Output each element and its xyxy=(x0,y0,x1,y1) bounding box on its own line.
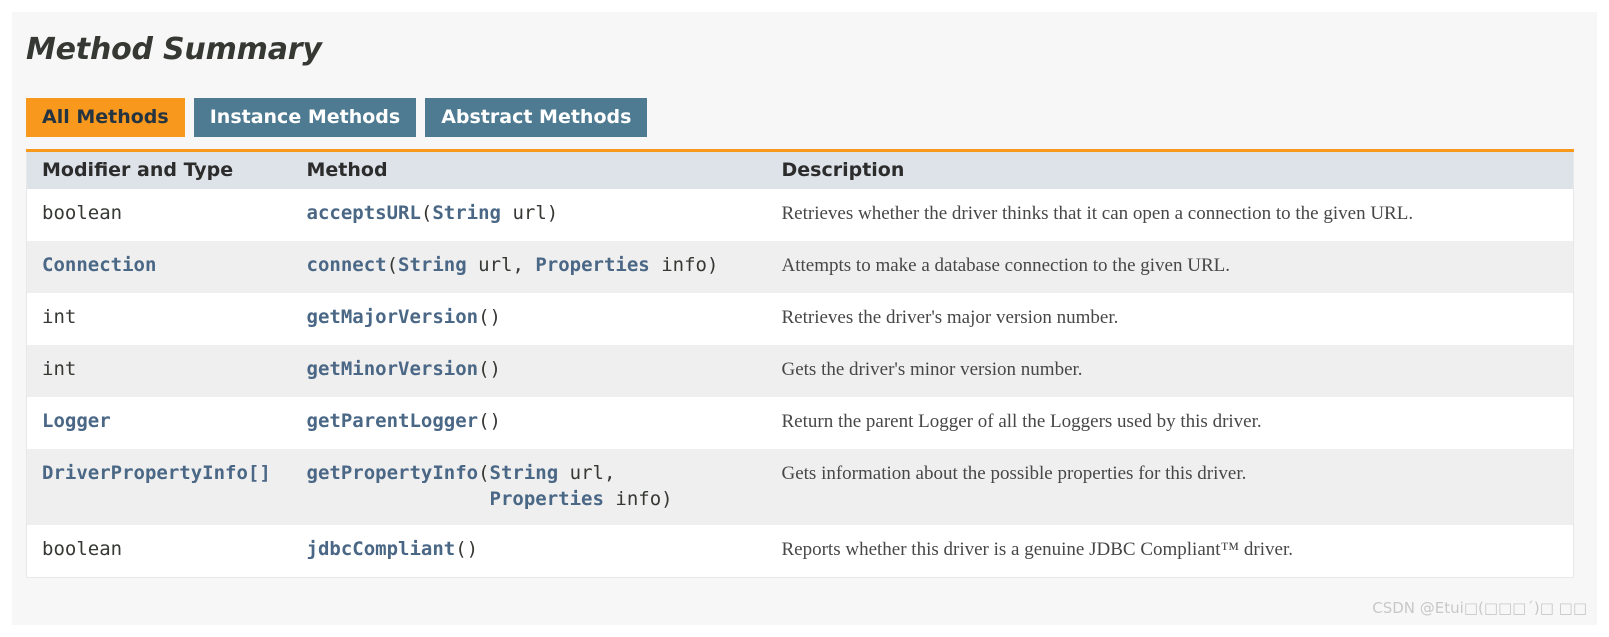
method-link[interactable]: getMajorVersion xyxy=(307,306,479,328)
column-header-method: Method xyxy=(291,150,767,189)
table-row: Connection connect(String url, Properties… xyxy=(26,241,1574,293)
method-link[interactable]: getPropertyInfo xyxy=(307,462,479,484)
method-filter-tabs: All Methods Instance Methods Abstract Me… xyxy=(26,98,648,137)
type-link[interactable]: Connection xyxy=(42,254,156,276)
page-title: Method Summary xyxy=(26,32,322,67)
cell-modifier-and-type: Connection xyxy=(26,241,292,293)
column-header-description: Description xyxy=(766,150,1574,189)
cell-method: getParentLogger() xyxy=(291,397,767,449)
watermark: CSDN @Etui□(□□□´)□ □□ xyxy=(1372,599,1587,617)
table-row: int getMajorVersion() Retrieves the driver… xyxy=(26,293,1574,345)
cell-description: Attempts to make a database connection t… xyxy=(766,241,1574,293)
method-summary-table: Modifier and Type Method Description boo… xyxy=(26,149,1574,578)
column-header-modifier: Modifier and Type xyxy=(26,150,292,189)
type-text: int xyxy=(42,358,77,380)
type-text: boolean xyxy=(42,538,123,560)
cell-description: Gets information about the possible prop… xyxy=(766,449,1574,525)
method-signature: () xyxy=(478,358,501,380)
cell-modifier-and-type: int xyxy=(26,345,292,397)
method-summary-panel: Method Summary All Methods Instance Meth… xyxy=(12,12,1597,625)
method-signature: () xyxy=(478,410,501,432)
cell-description: Return the parent Logger of all the Logg… xyxy=(766,397,1574,449)
type-link[interactable]: DriverPropertyInfo[] xyxy=(42,462,271,484)
type-text: int xyxy=(42,306,77,328)
tab-abstract-methods[interactable]: Abstract Methods xyxy=(425,98,648,137)
table-body: boolean acceptsURL(String url) Retrieves w… xyxy=(26,189,1574,578)
type-link[interactable]: Logger xyxy=(42,410,111,432)
table-row: Logger getParentLogger() Return the parent… xyxy=(26,397,1574,449)
method-link[interactable]: getMinorVersion xyxy=(307,358,479,380)
cell-description: Retrieves the driver's major version num… xyxy=(766,293,1574,345)
cell-method: getPropertyInfo(String url, Properties i… xyxy=(291,449,767,525)
method-signature: (String url, Properties info) xyxy=(386,254,719,276)
tab-instance-methods[interactable]: Instance Methods xyxy=(193,98,417,137)
method-link[interactable]: jdbcCompliant xyxy=(307,538,456,560)
cell-modifier-and-type: Logger xyxy=(26,397,292,449)
table-row: boolean jdbcCompliant() Reports whether th… xyxy=(26,525,1574,578)
cell-method: getMajorVersion() xyxy=(291,293,767,345)
table-row: int getMinorVersion() Gets the driver's mi… xyxy=(26,345,1574,397)
table-row: boolean acceptsURL(String url) Retrieves w… xyxy=(26,189,1574,241)
cell-method: acceptsURL(String url) xyxy=(291,189,767,241)
type-text: boolean xyxy=(42,202,123,224)
method-link[interactable]: getParentLogger xyxy=(307,410,479,432)
cell-description: Retrieves whether the driver thinks that… xyxy=(766,189,1574,241)
cell-method: connect(String url, Properties info) xyxy=(291,241,767,293)
cell-modifier-and-type: boolean xyxy=(26,525,292,578)
cell-modifier-and-type: int xyxy=(26,293,292,345)
tab-all-methods[interactable]: All Methods xyxy=(26,98,185,137)
method-signature: () xyxy=(478,306,501,328)
method-link[interactable]: connect xyxy=(307,254,387,276)
cell-method: jdbcCompliant() xyxy=(291,525,767,578)
cell-method: getMinorVersion() xyxy=(291,345,767,397)
cell-description: Reports whether this driver is a genuine… xyxy=(766,525,1574,578)
cell-description: Gets the driver's minor version number. xyxy=(766,345,1574,397)
method-signature: () xyxy=(455,538,479,560)
table-header-row: Modifier and Type Method Description xyxy=(26,150,1574,189)
method-link[interactable]: acceptsURL xyxy=(307,202,421,224)
cell-modifier-and-type: boolean xyxy=(26,189,292,241)
method-signature: (String url) xyxy=(420,202,559,224)
table-row: DriverPropertyInfo[] getPropertyInfo(Stri… xyxy=(26,449,1574,525)
cell-modifier-and-type: DriverPropertyInfo[] xyxy=(26,449,292,525)
